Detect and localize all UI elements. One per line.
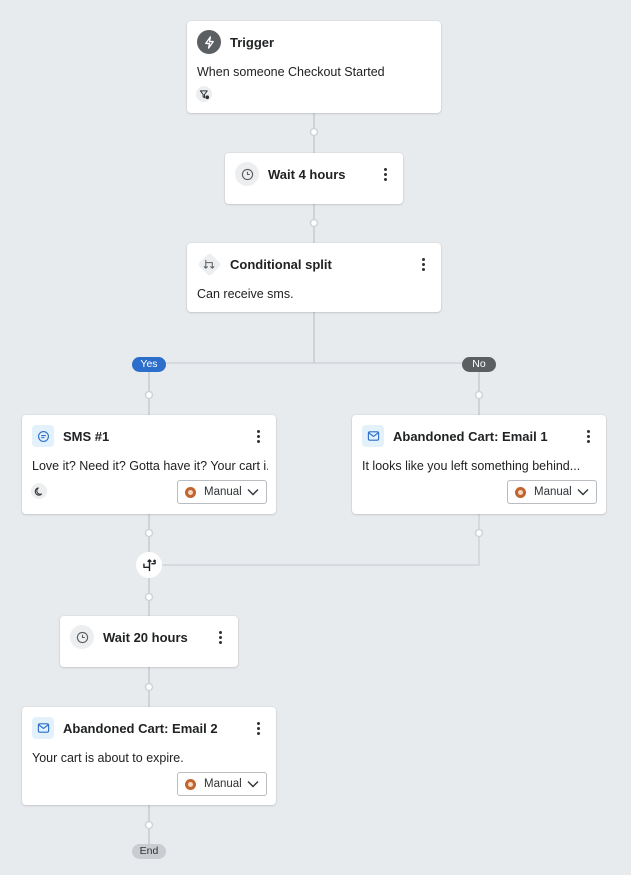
conditional-split-card[interactable]: Conditional split Can receive sms. — [187, 243, 441, 312]
status-dropdown[interactable]: Manual — [507, 480, 597, 504]
more-options-button[interactable] — [580, 426, 596, 446]
wait-card[interactable]: Wait 4 hours — [225, 153, 403, 204]
add-step-point[interactable] — [309, 127, 319, 137]
email-description: Your cart is about to expire. — [32, 751, 184, 765]
status-value: Manual — [534, 486, 572, 498]
trigger-title: Trigger — [230, 34, 275, 50]
email-card[interactable]: Abandoned Cart: Email 2 Your cart is abo… — [22, 707, 276, 805]
more-options-button[interactable] — [250, 718, 266, 738]
clock-icon — [235, 162, 259, 186]
chevron-down-icon — [244, 780, 262, 788]
wait-card[interactable]: Wait 20 hours — [60, 616, 238, 667]
email-title: Abandoned Cart: Email 2 — [63, 720, 218, 736]
manual-status-icon — [185, 486, 196, 498]
add-step-point[interactable] — [144, 390, 154, 400]
no-branch-label: No — [462, 357, 496, 372]
split-title: Conditional split — [230, 256, 332, 272]
status-value: Manual — [204, 486, 242, 498]
moon-icon — [31, 483, 47, 499]
merge-icon — [142, 558, 156, 571]
split-description: Can receive sms. — [197, 287, 294, 301]
wait-title: Wait 4 hours — [268, 166, 346, 182]
add-step-point[interactable] — [474, 528, 484, 538]
sms-card[interactable]: SMS #1 Love it? Need it? Gotta have it? … — [22, 415, 276, 514]
manual-status-icon — [185, 778, 196, 790]
more-options-button[interactable] — [377, 164, 393, 184]
lightning-icon — [197, 30, 221, 54]
add-step-point[interactable] — [144, 528, 154, 538]
yes-branch-label: Yes — [132, 357, 166, 372]
filter-icon[interactable] — [196, 86, 212, 102]
email-icon — [32, 717, 54, 739]
trigger-description: When someone Checkout Started — [197, 65, 385, 79]
flow-canvas: Trigger When someone Checkout Started Wa… — [0, 0, 631, 875]
trigger-card[interactable]: Trigger When someone Checkout Started — [187, 21, 441, 113]
add-step-point[interactable] — [144, 820, 154, 830]
email-icon — [362, 425, 384, 447]
status-dropdown[interactable]: Manual — [177, 480, 267, 504]
status-dropdown[interactable]: Manual — [177, 772, 267, 796]
wait-title: Wait 20 hours — [103, 629, 188, 645]
sms-title: SMS #1 — [63, 428, 110, 444]
status-value: Manual — [204, 778, 242, 790]
merge-branches-button[interactable] — [136, 552, 162, 578]
more-options-button[interactable] — [212, 627, 228, 647]
more-options-button[interactable] — [250, 426, 266, 446]
add-step-point[interactable] — [309, 218, 319, 228]
add-step-point[interactable] — [144, 592, 154, 602]
more-options-button[interactable] — [415, 254, 431, 274]
sms-description: Love it? Need it? Gotta have it? Your ca… — [32, 459, 268, 473]
sms-icon — [32, 425, 54, 447]
chevron-down-icon — [244, 488, 262, 496]
manual-status-icon — [515, 486, 526, 498]
clock-icon — [70, 625, 94, 649]
end-label: End — [132, 844, 166, 859]
email-card[interactable]: Abandoned Cart: Email 1 It looks like yo… — [352, 415, 606, 514]
add-step-point[interactable] — [474, 390, 484, 400]
split-icon — [197, 252, 221, 276]
email-title: Abandoned Cart: Email 1 — [393, 428, 548, 444]
email-description: It looks like you left something behind.… — [362, 459, 581, 473]
chevron-down-icon — [574, 488, 592, 496]
merge-connector — [149, 514, 480, 566]
add-step-point[interactable] — [144, 682, 154, 692]
